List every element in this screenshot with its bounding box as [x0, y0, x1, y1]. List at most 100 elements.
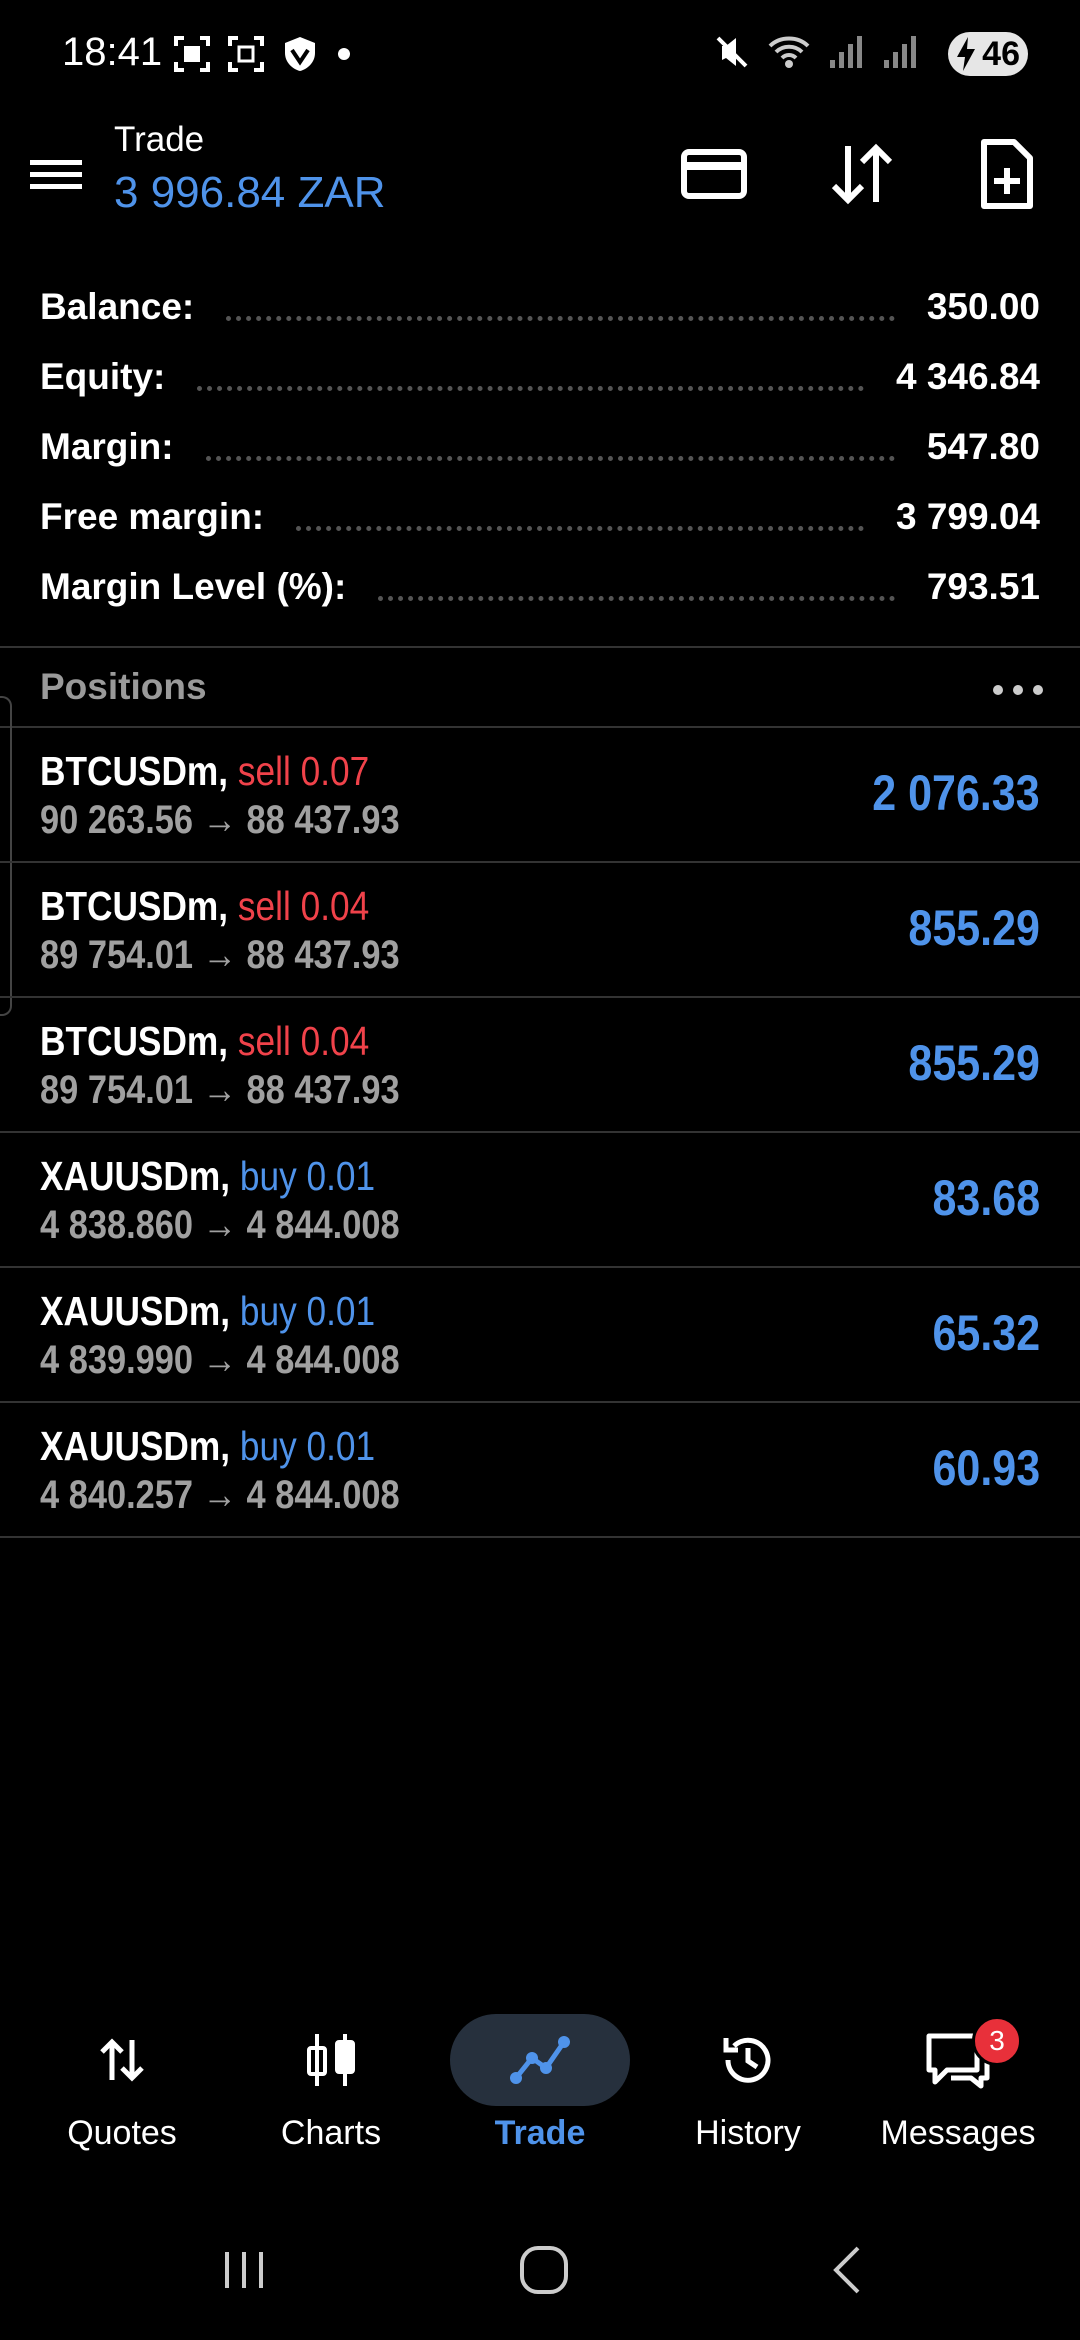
- messages-badge: 3: [972, 2016, 1022, 2066]
- screen-capture-icon: [174, 36, 210, 72]
- position-row[interactable]: BTCUSDm, sell 0.04 89 754.01 → 88 437.93…: [0, 998, 1080, 1133]
- nav-label: Quotes: [67, 2114, 177, 2152]
- nav-icon-wrap: [868, 2014, 1048, 2106]
- trade-line-icon: [510, 2036, 570, 2084]
- position-row[interactable]: BTCUSDm, sell 0.04 89 754.01 → 88 437.93…: [0, 863, 1080, 998]
- position-row[interactable]: BTCUSDm, sell 0.07 90 263.56 → 88 437.93…: [0, 728, 1080, 863]
- position-symbol: XAUUSDm,: [40, 1423, 231, 1469]
- leader-dots: [296, 491, 864, 531]
- account-summary: Balance: 350.00 Equity: 4 346.84 Margin:…: [0, 272, 1080, 622]
- position-prices: 4 839.990 → 4 844.008: [40, 1338, 400, 1382]
- wifi-icon: [768, 36, 810, 68]
- notification-dot-icon: [338, 48, 350, 60]
- nav-label: Trade: [494, 2114, 586, 2152]
- position-profit: 83.68: [932, 1170, 1040, 1226]
- candlestick-icon: [307, 2034, 355, 2086]
- position-side: buy 0.01: [239, 1153, 376, 1199]
- position-profit: 2 076.33: [872, 765, 1040, 821]
- position-title: BTCUSDm, sell 0.04: [40, 1018, 369, 1065]
- summary-row-free-margin: Free margin: 3 799.04: [0, 482, 1080, 552]
- new-order-icon[interactable]: [968, 136, 1044, 212]
- bottom-navigation: Quotes Charts Trade History 3 Messages: [0, 2000, 1080, 2200]
- vpn-shield-icon: [285, 37, 315, 71]
- sort-icon[interactable]: [824, 136, 900, 212]
- recent-apps-icon: [225, 2252, 263, 2288]
- app-header: Trade 3 996.84 ZAR: [0, 110, 1080, 250]
- divider: [0, 646, 1080, 648]
- summary-value: 547.80: [926, 426, 1040, 467]
- status-right-icons: [712, 32, 920, 72]
- position-prices: 4 840.257 → 4 844.008: [40, 1473, 400, 1517]
- back-icon: [833, 2246, 860, 2294]
- summary-value: 3 799.04: [895, 496, 1040, 537]
- leader-dots: [205, 421, 895, 461]
- status-left-icons: [172, 34, 354, 74]
- summary-label: Equity:: [40, 356, 166, 397]
- position-profit: 60.93: [932, 1440, 1040, 1496]
- nav-icon-wrap: [450, 2014, 630, 2106]
- summary-label: Free margin:: [40, 496, 265, 537]
- nav-trade[interactable]: Trade: [440, 2000, 640, 2200]
- menu-icon[interactable]: [28, 144, 86, 204]
- page-title: Trade: [114, 120, 205, 159]
- position-prices: 89 754.01 → 88 437.93: [40, 1068, 400, 1112]
- mute-icon: [716, 36, 748, 68]
- position-symbol: BTCUSDm,: [40, 1018, 229, 1064]
- position-symbol: XAUUSDm,: [40, 1153, 231, 1199]
- position-prices: 90 263.56 → 88 437.93: [40, 798, 400, 842]
- nav-label: Charts: [280, 2114, 382, 2152]
- credit-card-icon[interactable]: [676, 136, 752, 212]
- position-title: XAUUSDm, buy 0.01: [40, 1288, 375, 1335]
- summary-value: 350.00: [926, 286, 1040, 327]
- position-side: sell 0.04: [237, 883, 370, 929]
- charging-bolt-icon: [957, 37, 975, 71]
- nav-messages[interactable]: 3 Messages: [858, 2000, 1058, 2200]
- back-button[interactable]: [808, 2240, 888, 2300]
- positions-list: BTCUSDm, sell 0.07 90 263.56 → 88 437.93…: [0, 728, 1080, 1538]
- position-profit: 855.29: [908, 900, 1040, 956]
- summary-label: Balance:: [40, 286, 195, 327]
- position-symbol: BTCUSDm,: [40, 748, 229, 794]
- nav-icon-wrap: [241, 2014, 421, 2106]
- nav-quotes[interactable]: Quotes: [22, 2000, 222, 2200]
- position-title: BTCUSDm, sell 0.04: [40, 883, 369, 930]
- positions-label: Positions: [40, 666, 207, 707]
- quotes-icon: [100, 2038, 144, 2082]
- position-side: sell 0.04: [237, 1018, 370, 1064]
- nav-label: Messages: [880, 2114, 1036, 2152]
- leader-dots: [378, 561, 895, 601]
- position-row[interactable]: XAUUSDm, buy 0.01 4 840.257 → 4 844.008 …: [0, 1403, 1080, 1538]
- home-button[interactable]: [504, 2240, 584, 2300]
- position-title: XAUUSDm, buy 0.01: [40, 1153, 375, 1200]
- nav-icon-wrap: [658, 2014, 838, 2106]
- positions-header[interactable]: Positions: [0, 650, 1080, 728]
- position-symbol: XAUUSDm,: [40, 1288, 231, 1334]
- nav-history[interactable]: History: [648, 2000, 848, 2200]
- status-bar: 18:41 46: [0, 0, 1080, 110]
- summary-label: Margin:: [40, 426, 174, 467]
- summary-row-margin-level: Margin Level (%): 793.51: [0, 552, 1080, 622]
- position-title: BTCUSDm, sell 0.07: [40, 748, 369, 795]
- signal-icon-2: [884, 36, 916, 68]
- account-profit: 3 996.84 ZAR: [114, 168, 386, 217]
- position-row[interactable]: XAUUSDm, buy 0.01 4 839.990 → 4 844.008 …: [0, 1268, 1080, 1403]
- nav-icon-wrap: [32, 2014, 212, 2106]
- position-profit: 855.29: [908, 1035, 1040, 1091]
- signal-icon: [830, 36, 862, 68]
- history-clock-icon: [723, 2037, 771, 2083]
- more-options-icon[interactable]: [988, 670, 1048, 710]
- nav-label: History: [695, 2114, 801, 2152]
- leader-dots: [197, 351, 864, 391]
- battery-level: 46: [982, 34, 1020, 73]
- summary-value: 4 346.84: [895, 356, 1040, 397]
- position-side: buy 0.01: [239, 1288, 376, 1334]
- recent-apps-button[interactable]: [204, 2240, 284, 2300]
- position-symbol: BTCUSDm,: [40, 883, 229, 929]
- summary-row-margin: Margin: 547.80: [0, 412, 1080, 482]
- system-navigation: [0, 2220, 1080, 2320]
- position-profit: 65.32: [932, 1305, 1040, 1361]
- position-row[interactable]: XAUUSDm, buy 0.01 4 838.860 → 4 844.008 …: [0, 1133, 1080, 1268]
- screen-record-icon: [228, 36, 264, 72]
- summary-row-balance: Balance: 350.00: [0, 272, 1080, 342]
- nav-charts[interactable]: Charts: [231, 2000, 431, 2200]
